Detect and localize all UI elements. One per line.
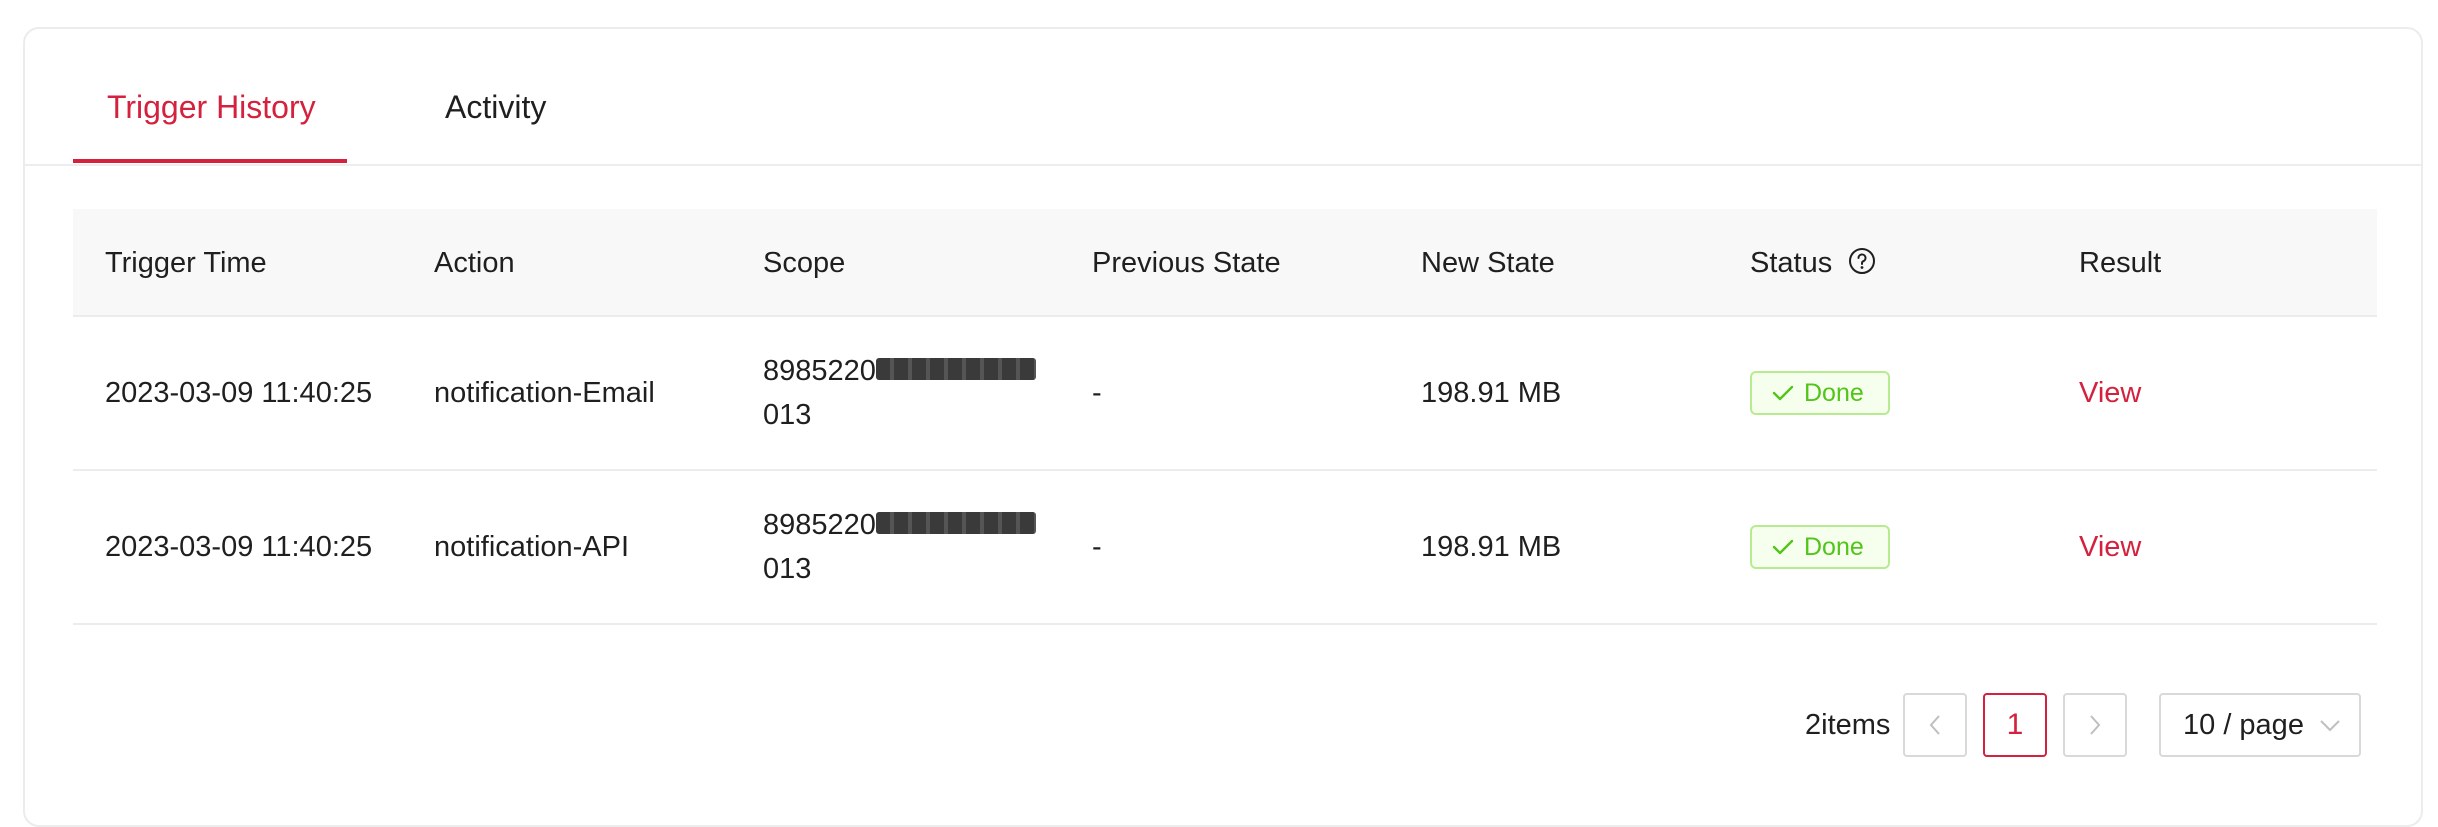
chevron-down-icon (2320, 720, 2340, 732)
scope-prefix: 8985220 (763, 509, 876, 541)
tab-trigger-history[interactable]: Trigger History (107, 87, 316, 127)
view-result-link[interactable]: View (2079, 525, 2141, 569)
prev-page-button[interactable] (1903, 693, 1967, 757)
cell-result: View (2079, 317, 2141, 469)
page-1-button[interactable]: 1 (1983, 693, 2047, 757)
trigger-history-card: Trigger History Activity Trigger Time Ac… (23, 27, 2423, 827)
column-header-previous-state: Previous State (1092, 247, 1281, 279)
table-header: Trigger Time Action Scope Previous State… (73, 209, 2377, 317)
cell-scope: 8985220 013 (763, 471, 1043, 623)
redacted-block (875, 512, 1036, 535)
cell-action: notification-API (434, 531, 630, 563)
status-badge: Done (1750, 371, 1890, 415)
check-icon (1772, 539, 1794, 555)
redacted-block (875, 358, 1036, 381)
scope-prefix: 8985220 (763, 355, 876, 387)
cell-status: Done (1750, 317, 1890, 469)
cell-trigger-time: 2023-03-09 11:40:25 (105, 377, 373, 409)
cell-new-state: 198.91 MB (1421, 377, 1562, 409)
cell-scope: 8985220 013 (763, 317, 1043, 469)
cell-previous-state: - (1092, 377, 1102, 409)
column-header-result: Result (2079, 247, 2162, 279)
column-header-scope: Scope (763, 247, 846, 279)
cell-action: notification-Email (434, 377, 655, 409)
cell-previous-state: - (1092, 531, 1102, 563)
column-header-status: Status (1750, 209, 1876, 317)
active-tab-indicator (73, 159, 347, 163)
view-result-link[interactable]: View (2079, 371, 2141, 415)
status-badge: Done (1750, 525, 1890, 569)
scope-suffix: 013 (763, 553, 812, 585)
table-row: 2023-03-09 11:40:25 notification-API 898… (73, 471, 2377, 625)
tab-activity[interactable]: Activity (445, 87, 546, 127)
cell-status: Done (1750, 471, 1890, 623)
cell-new-state: 198.91 MB (1421, 531, 1562, 563)
table-row: 2023-03-09 11:40:25 notification-Email 8… (73, 317, 2377, 471)
column-header-status-label: Status (1750, 247, 1833, 279)
check-icon (1772, 385, 1794, 401)
chevron-right-icon (2090, 715, 2101, 735)
page-size-select[interactable]: 10 / page (2159, 693, 2361, 757)
column-header-new-state: New State (1421, 247, 1555, 279)
status-label: Done (1804, 379, 1864, 407)
tab-bar: Trigger History Activity (25, 29, 2421, 166)
chevron-left-icon (1929, 715, 1940, 735)
next-page-button[interactable] (2063, 693, 2127, 757)
status-label: Done (1804, 533, 1864, 561)
question-circle-icon[interactable] (1848, 247, 1876, 275)
cell-result: View (2079, 471, 2141, 623)
pagination-total: 2items (1805, 709, 1891, 741)
cell-trigger-time: 2023-03-09 11:40:25 (105, 531, 373, 563)
column-header-trigger-time: Trigger Time (105, 247, 267, 279)
scope-suffix: 013 (763, 399, 812, 431)
pagination: 2items 1 10 / page (25, 693, 2421, 759)
column-header-action: Action (434, 247, 515, 279)
page-size-value: 10 / page (2183, 708, 2304, 741)
